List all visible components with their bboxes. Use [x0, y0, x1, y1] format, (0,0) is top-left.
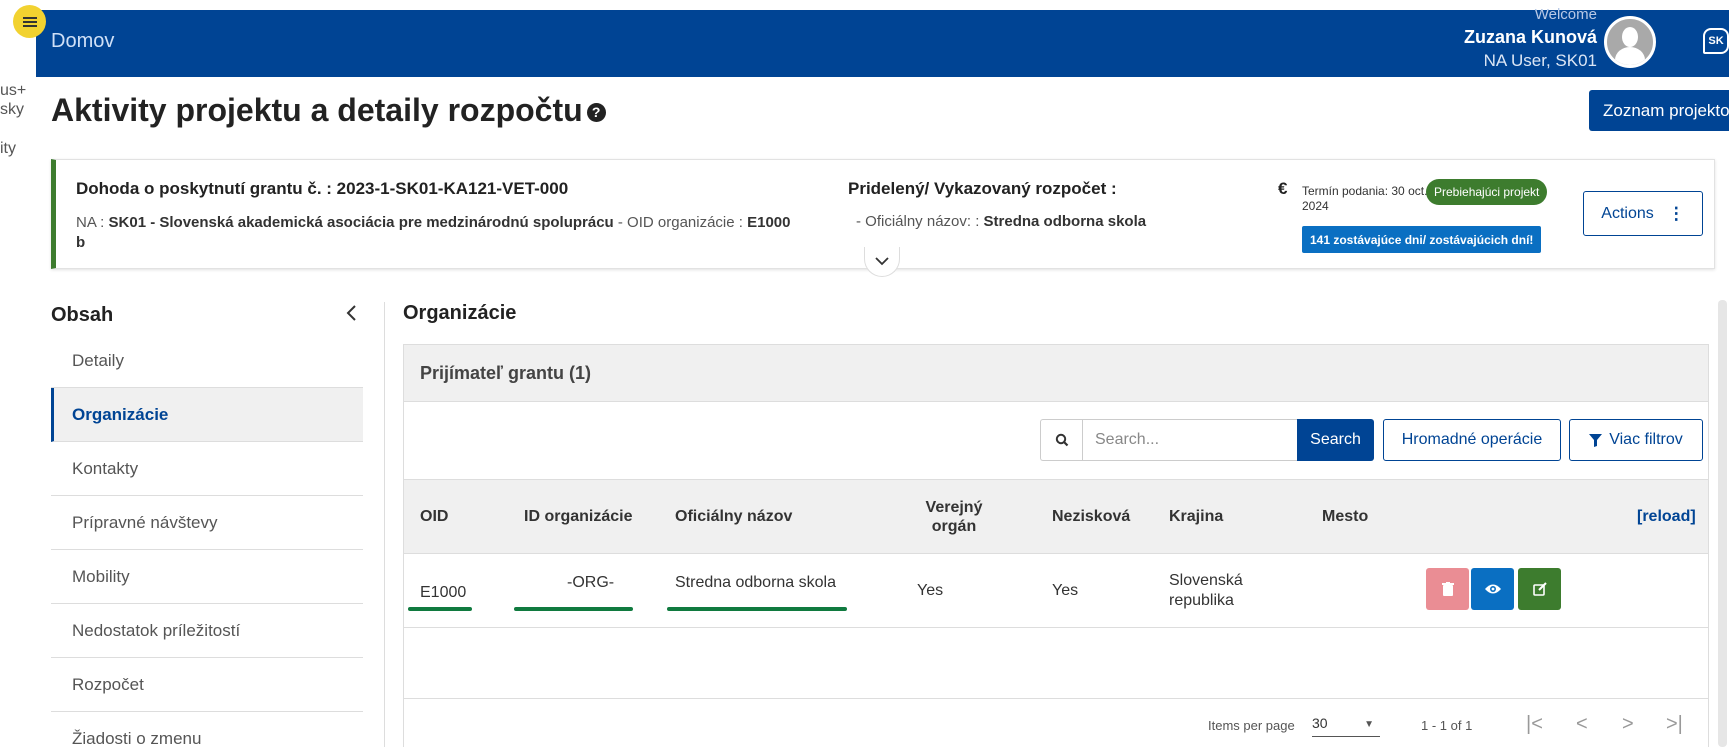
more-vertical-icon: ⋮: [1667, 203, 1685, 223]
chevron-down-icon[interactable]: [864, 247, 900, 277]
page-range: 1 - 1 of 1: [1421, 718, 1473, 733]
language-icon[interactable]: SK: [1703, 28, 1729, 54]
top-navigation-bar: Domov Welcome Zuzana Kunová NA User, SK0…: [36, 6, 1729, 77]
left-strip-text: us+: [0, 82, 27, 99]
official-name-info: - Oficiálny názov: : Stredna odborna sko…: [856, 213, 1146, 230]
sidebar-item-budget[interactable]: Rozpočet: [51, 658, 363, 712]
column-header-oid[interactable]: OID: [420, 480, 448, 554]
panel-title: Prijímateľ grantu (1): [404, 345, 1708, 402]
grant-number: Dohoda o poskytnutí grantu č. : 2023-1-S…: [76, 179, 569, 198]
official-name-value: Stredna odborna skola: [983, 213, 1147, 230]
edit-icon: [1532, 582, 1547, 596]
sidebar-divider: [384, 302, 385, 747]
page-title: Aktivity projektu a detaily rozpočtu?: [51, 92, 606, 129]
sidebar-item-contacts[interactable]: Kontakty: [51, 442, 363, 496]
table-row: E1000 -ORG- Stredna odborna skola Yes Ye…: [404, 554, 1708, 628]
official-name-prefix: - Oficiálny názov: :: [856, 213, 984, 230]
cell-country: Slovenská republika: [1169, 572, 1243, 609]
sidebar-item-organizations[interactable]: Organizácie: [51, 388, 363, 442]
more-filters-button[interactable]: Viac filtrov: [1569, 419, 1703, 461]
cell-oid: E1000: [420, 584, 467, 601]
column-header-country[interactable]: Krajina: [1169, 480, 1223, 554]
page-title-text: Aktivity projektu a detaily rozpočtu: [51, 92, 583, 128]
oid-suffix: b: [76, 234, 86, 251]
view-button[interactable]: [1471, 568, 1514, 610]
more-filters-label: Viac filtrov: [1609, 431, 1683, 448]
eye-icon: [1484, 584, 1501, 594]
deadline-text: Termín podania: 30 oct. 2024: [1302, 184, 1428, 213]
table-header: OID ID organizácie Oficiálny názov Verej…: [404, 480, 1708, 554]
actions-label: Actions: [1601, 204, 1654, 222]
agency-prefix: NA :: [76, 214, 109, 231]
welcome-text: Welcome: [1534, 6, 1597, 23]
edit-button[interactable]: [1518, 568, 1561, 610]
currency-symbol: €: [1278, 179, 1288, 198]
dropdown-arrow-icon: ▼: [1364, 719, 1374, 730]
cell-non-profit: Yes: [1052, 582, 1079, 599]
sidebar-item-fewer-opportunities[interactable]: Nedostatok príležitostí: [51, 604, 363, 658]
items-per-page-select[interactable]: 30 ▼: [1312, 715, 1380, 737]
column-header-city[interactable]: Mesto: [1322, 480, 1368, 554]
budget-label: Pridelený/ Vykazovaný rozpočet :: [848, 179, 1117, 198]
next-page-icon[interactable]: >: [1622, 713, 1634, 736]
column-header-org-id[interactable]: ID organizácie: [524, 480, 632, 554]
left-strip-text: sky: [0, 101, 24, 118]
column-header-official-name[interactable]: Oficiálny názov: [675, 480, 792, 554]
project-list-button[interactable]: Zoznam projektov: [1589, 90, 1729, 131]
table-toolbar: Search Hromadné operácie Viac filtrov: [404, 402, 1708, 480]
search-input[interactable]: [1082, 419, 1301, 461]
trash-icon: [1441, 582, 1454, 596]
items-per-page-label: Items per page: [1208, 718, 1295, 733]
chevron-left-icon[interactable]: [345, 302, 357, 328]
cell-public-body: Yes: [917, 582, 944, 599]
search-button[interactable]: Search: [1297, 419, 1374, 461]
page-scrollbar[interactable]: [1718, 300, 1727, 747]
sidebar-item-change-requests[interactable]: Žiadosti o zmenu: [51, 712, 363, 747]
previous-page-icon[interactable]: <: [1576, 713, 1588, 736]
highlight-underline: [514, 607, 633, 611]
sidebar-item-mobilities[interactable]: Mobility: [51, 550, 363, 604]
help-icon[interactable]: ?: [586, 102, 606, 122]
user-role: NA User, SK01: [1483, 51, 1597, 70]
sidebar-item-preparatory-visits[interactable]: Prípravné návštevy: [51, 496, 363, 550]
oid-value: E1000: [747, 214, 791, 231]
sidebar-item-details[interactable]: Detaily: [51, 334, 363, 388]
last-page-icon[interactable]: >|: [1666, 713, 1683, 736]
first-page-icon[interactable]: |<: [1526, 713, 1543, 736]
bulk-operations-button[interactable]: Hromadné operácie: [1383, 419, 1561, 461]
items-per-page-value: 30: [1312, 715, 1328, 731]
highlight-underline: [667, 607, 847, 611]
menu-icon[interactable]: [13, 5, 46, 38]
days-remaining-badge: 141 zostávajúce dni/ zostávajúcich dní!: [1302, 226, 1542, 253]
beneficiary-panel: Prijímateľ grantu (1) Search Hromadné op…: [403, 344, 1709, 747]
home-link[interactable]: Domov: [51, 30, 114, 53]
agency-info: NA : SK01 - Slovenská akademická asociác…: [76, 213, 816, 253]
status-badge: Prebiehajúci projekt: [1426, 179, 1548, 205]
pagination-bar: Items per page 30 ▼ 1 - 1 of 1 |< < > >|: [404, 698, 1708, 747]
delete-button[interactable]: [1426, 568, 1469, 610]
user-name: Zuzana Kunová: [1463, 27, 1597, 47]
left-strip-text: ity: [0, 140, 16, 157]
sidebar-nav: Detaily Organizácie Kontakty Prípravné n…: [51, 334, 363, 747]
section-title: Organizácie: [403, 302, 517, 324]
column-header-public-body[interactable]: Verejný orgán: [904, 480, 1004, 554]
agency-name: SK01 - Slovenská akademická asociácia pr…: [108, 214, 614, 231]
column-header-non-profit[interactable]: Nezisková: [1052, 480, 1130, 554]
avatar[interactable]: [1604, 16, 1656, 68]
left-strip: us+ sky ity: [0, 0, 46, 747]
sidebar-title: Obsah: [51, 304, 114, 326]
highlight-underline: [408, 607, 472, 611]
actions-button[interactable]: Actions ⋮: [1583, 191, 1703, 236]
search-icon: [1040, 419, 1082, 461]
filter-icon: [1589, 433, 1603, 447]
oid-prefix: - OID organizácie :: [613, 214, 748, 231]
reload-link[interactable]: [reload]: [1637, 480, 1696, 554]
